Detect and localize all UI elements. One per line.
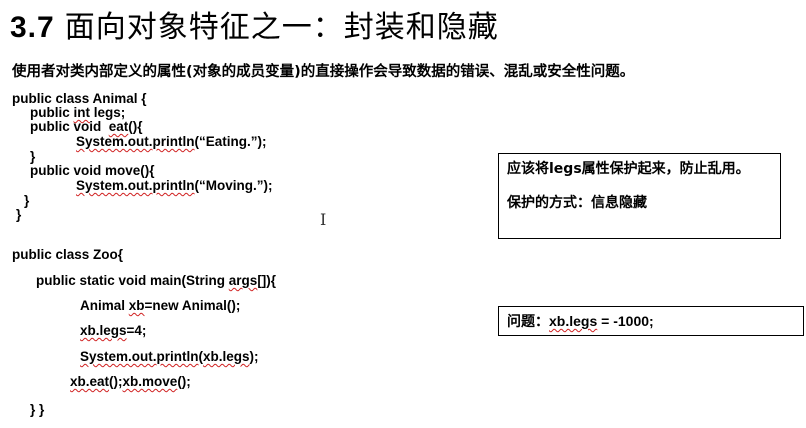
code-text: =4; bbox=[126, 323, 147, 338]
note-line-2: 保护的方式：信息隐藏 bbox=[507, 195, 647, 211]
code-text: []){ bbox=[257, 273, 277, 288]
problem-value: = -1000; bbox=[597, 313, 654, 329]
code-text: eat bbox=[108, 119, 129, 134]
code-line: public void move(){ bbox=[30, 164, 155, 178]
code-text: public class Animal { bbox=[12, 91, 147, 106]
code-text: System.out.println bbox=[76, 178, 195, 193]
problem-box: 问题：xb.legs = -1000; bbox=[498, 306, 804, 336]
code-text: (); bbox=[177, 374, 191, 389]
title-number: 3.7 bbox=[10, 11, 55, 44]
code-text: xb.eat bbox=[70, 374, 110, 389]
code-text: args bbox=[228, 273, 258, 288]
code-text: ); bbox=[249, 349, 259, 364]
note-box: 应该将legs属性保护起来，防止乱用。 保护的方式：信息隐藏 bbox=[498, 153, 781, 239]
code-text: System.out.println bbox=[80, 349, 199, 364]
title-text: 面向对象特征之一：封装和隐藏 bbox=[64, 10, 499, 45]
code-text: (“Moving.”); bbox=[194, 178, 273, 193]
code-text: Animal bbox=[80, 298, 129, 313]
code-line: public static void main(String args[]){ bbox=[36, 274, 276, 288]
code-line: public void eat(){ bbox=[30, 120, 143, 134]
code-line: public int legs; bbox=[30, 106, 125, 120]
code-text: } } bbox=[30, 402, 45, 417]
code-text: xb.move bbox=[122, 374, 178, 389]
code-text: xb bbox=[128, 298, 145, 313]
code-line: } bbox=[24, 194, 29, 208]
text-cursor-icon: I bbox=[320, 210, 327, 229]
slide-title: 3.7 面向对象特征之一：封装和隐藏 bbox=[10, 2, 499, 46]
code-text: (); bbox=[109, 374, 123, 389]
code-line: System.out.println(xb.legs); bbox=[80, 350, 259, 364]
code-line: System.out.println(“Moving.”); bbox=[76, 179, 273, 193]
code-line: public class Zoo{ bbox=[12, 248, 123, 262]
code-text: (){ bbox=[128, 119, 143, 134]
code-text: public static void main(String bbox=[36, 273, 229, 288]
code-text: } bbox=[16, 207, 22, 222]
code-text: xb.legs bbox=[80, 323, 127, 338]
code-text: =new Animal(); bbox=[144, 298, 241, 313]
problem-code: xb.legs bbox=[549, 313, 598, 329]
code-line: } bbox=[16, 208, 21, 222]
code-text: } bbox=[30, 149, 36, 164]
note-line-1: 应该将legs属性保护起来，防止乱用。 bbox=[507, 161, 750, 177]
code-line: public class Animal { bbox=[12, 92, 147, 106]
code-line: } } bbox=[30, 403, 44, 417]
intro-text: 使用者对类内部定义的属性(对象的成员变量)的直接操作会导致数据的错误、混乱或安全… bbox=[12, 64, 635, 80]
code-text: xb.legs bbox=[203, 349, 250, 364]
code-line: System.out.println(“Eating.”); bbox=[76, 135, 267, 149]
code-line: Animal xb=new Animal(); bbox=[80, 299, 240, 313]
code-line: xb.legs=4; bbox=[80, 324, 146, 338]
code-text: public class Zoo{ bbox=[12, 247, 124, 262]
code-text: public void bbox=[30, 119, 109, 134]
code-line: xb.eat();xb.move(); bbox=[70, 375, 191, 389]
code-line: } bbox=[30, 150, 35, 164]
code-text: public bbox=[30, 105, 74, 120]
code-text: legs; bbox=[90, 105, 126, 120]
code-text: } bbox=[24, 193, 30, 208]
code-text: System.out.println bbox=[76, 134, 195, 149]
code-text: int bbox=[73, 105, 91, 120]
problem-label: 问题： bbox=[507, 314, 549, 330]
code-text: public void move(){ bbox=[30, 163, 155, 178]
code-text: (“Eating.”); bbox=[194, 134, 267, 149]
